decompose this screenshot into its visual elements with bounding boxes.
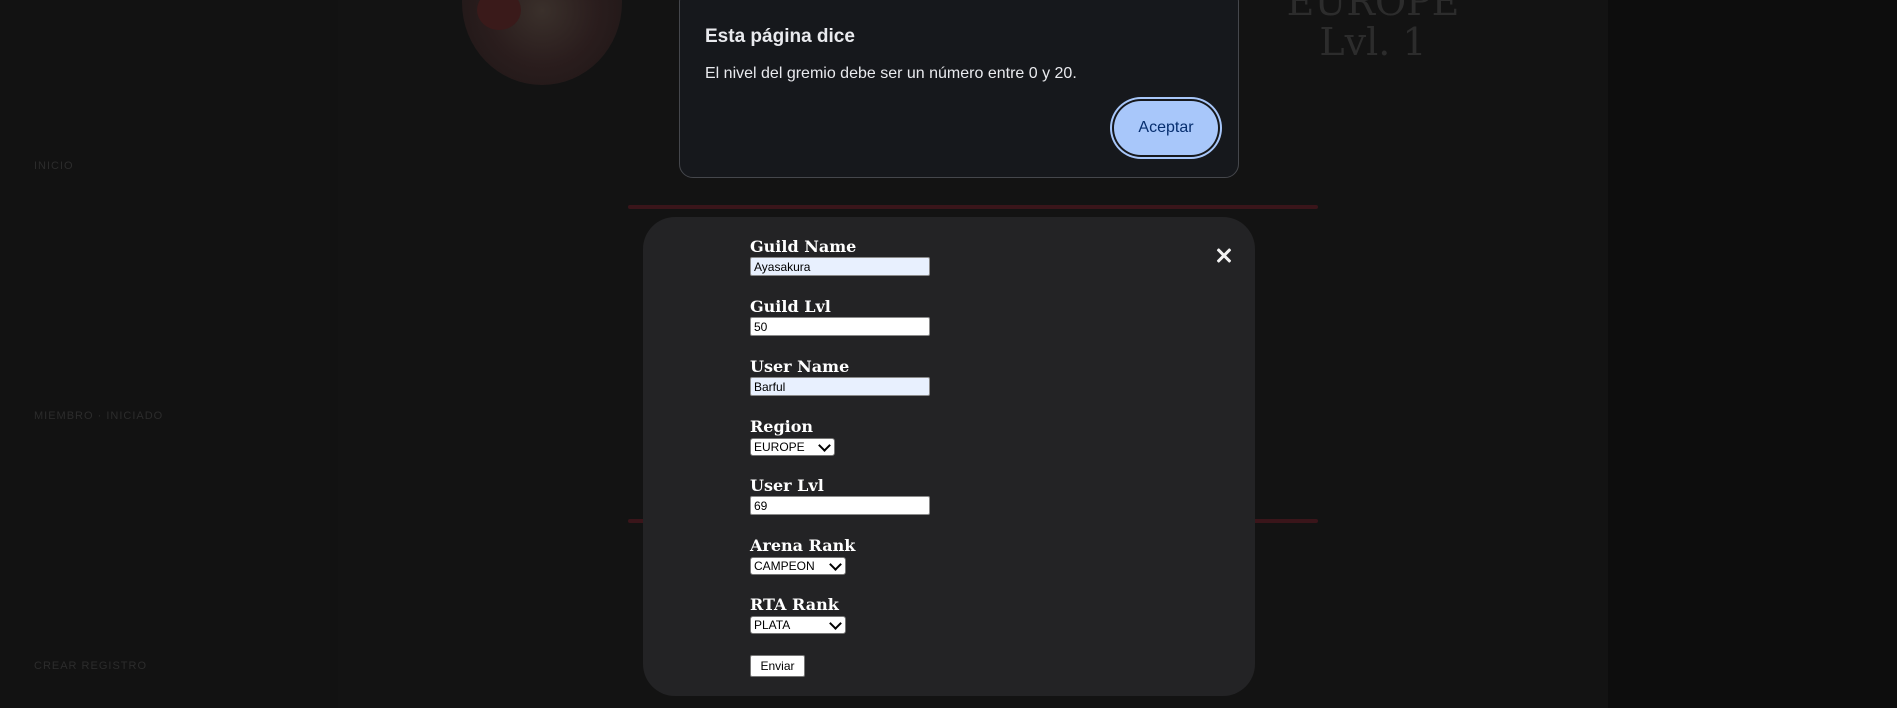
chevron-down-icon [829, 557, 842, 571]
user-lvl-label: User Lvl [750, 476, 824, 495]
close-icon[interactable] [1212, 244, 1236, 268]
sidebar-link: CREAR REGISTRO [34, 660, 148, 672]
rta-rank-select[interactable]: PLATA [750, 616, 846, 634]
user-name-label: User Name [750, 357, 850, 376]
sidebar-link: INICIO [34, 160, 74, 172]
guild-name-label: Guild Name [750, 237, 857, 256]
user-name-input[interactable] [750, 377, 930, 396]
arena-rank-label: Arena Rank [750, 536, 856, 555]
dialog-title: Esta página dice [705, 26, 855, 47]
background-right-panel [1608, 0, 1897, 708]
guild-lvl-input[interactable] [750, 317, 930, 336]
background-level-title: Lvl. 1 [1319, 20, 1427, 64]
guild-name-input[interactable] [750, 257, 930, 276]
region-label: Region [750, 417, 814, 436]
user-lvl-input[interactable] [750, 496, 930, 515]
guild-form-modal [643, 217, 1255, 696]
accept-button[interactable]: Aceptar [1114, 101, 1218, 155]
rta-rank-label: RTA Rank [750, 595, 839, 614]
dialog-message: El nivel del gremio debe ser un número e… [705, 65, 1077, 82]
sidebar-link: MIEMBRO · INICIADO [34, 410, 164, 422]
arena-rank-select[interactable]: CAMPEON [750, 557, 846, 575]
decorative-divider [628, 205, 1318, 209]
region-select[interactable]: EUROPE [750, 438, 835, 456]
arena-rank-select-value: CAMPEON [754, 559, 815, 573]
background-sidebar: INICIO MIEMBRO · INICIADO CREAR REGISTRO [0, 0, 338, 708]
rta-rank-select-value: PLATA [754, 618, 791, 632]
chevron-down-icon [829, 616, 842, 630]
submit-button[interactable]: Enviar [750, 655, 805, 677]
guild-lvl-label: Guild Lvl [750, 297, 831, 316]
region-select-value: EUROPE [754, 440, 805, 454]
chevron-down-icon [818, 438, 831, 452]
